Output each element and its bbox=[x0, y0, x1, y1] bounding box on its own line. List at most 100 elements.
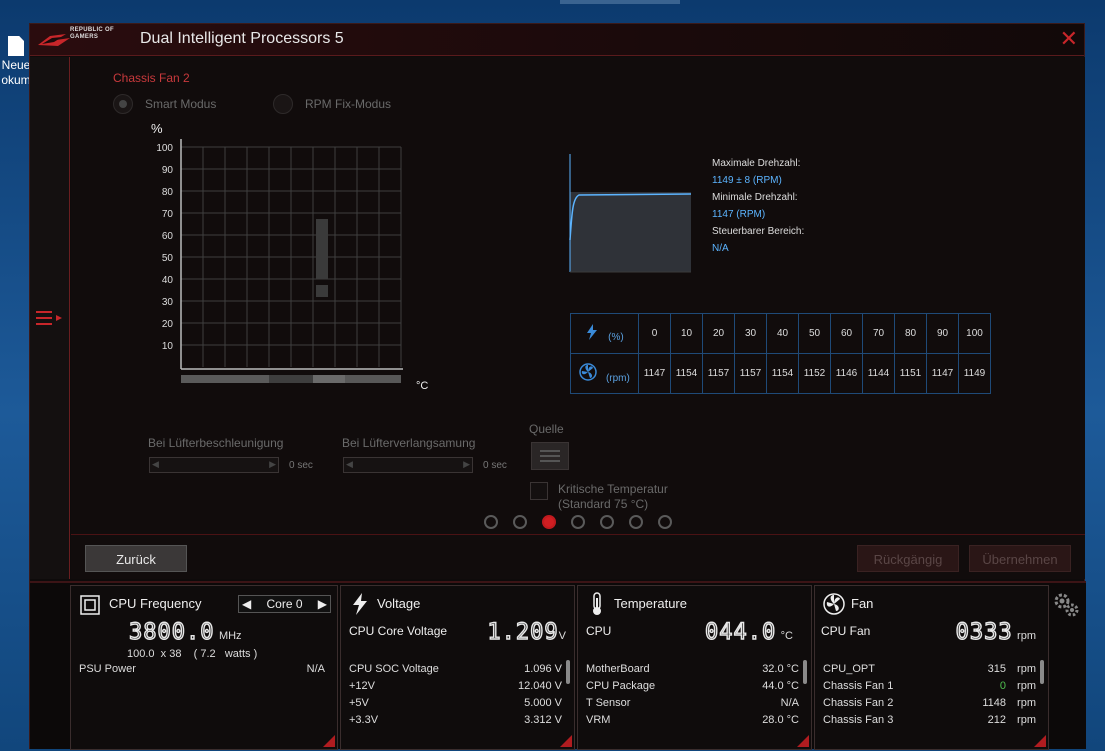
smart-mode-radio[interactable]: Smart Modus bbox=[113, 94, 216, 114]
page-dot-3[interactable] bbox=[542, 515, 556, 529]
list-item-label: +3.3V bbox=[349, 714, 379, 726]
fan-tuning-panel: Chassis Fan 2 Smart Modus RPM Fix-Modus … bbox=[71, 57, 1085, 579]
warning-icon bbox=[316, 219, 328, 279]
percent-cell: 80 bbox=[894, 313, 927, 354]
undo-button[interactable]: Rückgängig bbox=[857, 545, 959, 572]
cpu-fan-label: CPU Fan bbox=[821, 624, 871, 638]
list-item-label: CPU_OPT bbox=[823, 663, 875, 675]
chart-y-tick: 20 bbox=[162, 319, 174, 330]
thermometer-icon bbox=[593, 592, 601, 615]
list-item-label: Chassis Fan 3 bbox=[823, 714, 894, 726]
percent-cell: 10 bbox=[670, 313, 703, 354]
min-speed-value: 1147 (RPM) bbox=[712, 209, 766, 220]
psu-power-label: PSU Power bbox=[79, 663, 136, 675]
menu-toggle-icon[interactable] bbox=[34, 307, 64, 331]
warning-icon-dot bbox=[316, 285, 328, 297]
desktop-icon-label-2: okum bbox=[1, 73, 31, 87]
chart-y-tick: 10 bbox=[162, 341, 174, 352]
decel-slider[interactable] bbox=[343, 457, 473, 473]
page-dot-4[interactable] bbox=[571, 515, 585, 529]
back-button[interactable]: Zurück bbox=[85, 545, 187, 572]
page-dot-5[interactable] bbox=[600, 515, 614, 529]
core-prev-icon[interactable]: ◀ bbox=[242, 597, 251, 611]
cpu-core-voltage-readout: 1.209V bbox=[487, 619, 566, 645]
fan-curve-chart[interactable]: % 100 90 80 70 60 50 40 30 20 10 10 20 30 40 50 60 70 80… bbox=[131, 117, 441, 407]
cpu-fan-value: 0333 bbox=[955, 619, 1013, 645]
chart-ylabel: % bbox=[151, 121, 163, 136]
rpm-cell: 1147 bbox=[926, 353, 959, 394]
temp-bar-seg1 bbox=[181, 375, 269, 383]
window-title: Dual Intelligent Processors 5 bbox=[140, 30, 344, 47]
fan-name: Chassis Fan 2 bbox=[113, 71, 190, 85]
rpm-cell: 1149 bbox=[958, 353, 991, 394]
list-item: CPU SOC Voltage 1.096 V bbox=[349, 663, 562, 675]
smart-mode-label: Smart Modus bbox=[145, 97, 217, 111]
expand-corner-icon[interactable] bbox=[1034, 735, 1046, 747]
title-bar[interactable]: REPUBLIC OF GAMERS Dual Intelligent Proc… bbox=[30, 24, 1084, 56]
rpm-cell: 1144 bbox=[862, 353, 895, 394]
critical-temp-label: Kritische Temperatur (Standard 75 °C) bbox=[558, 482, 668, 511]
cpu-frequency-detail: 100.0 x 38 ( 7.2 watts ) bbox=[127, 648, 258, 660]
core-next-icon[interactable]: ▶ bbox=[318, 597, 327, 611]
percent-header: (%) bbox=[570, 313, 639, 354]
logo-text: REPUBLIC OF GAMERS bbox=[70, 27, 114, 40]
rpm-cell: 1147 bbox=[638, 353, 671, 394]
rpm-cell: 1152 bbox=[798, 353, 831, 394]
fan-icon bbox=[823, 593, 845, 615]
page-dot-6[interactable] bbox=[629, 515, 643, 529]
percent-cell: 40 bbox=[766, 313, 799, 354]
list-item-value: 315 rpm bbox=[987, 663, 1036, 675]
page-dot-7[interactable] bbox=[658, 515, 672, 529]
percent-cell: 70 bbox=[862, 313, 895, 354]
close-icon[interactable]: ✕ bbox=[1060, 26, 1078, 52]
list-item-label: CPU SOC Voltage bbox=[349, 663, 439, 675]
cpu-temp-value: 044.0 bbox=[704, 619, 777, 645]
rpm-fix-mode-radio[interactable]: RPM Fix-Modus bbox=[273, 94, 391, 114]
cpu-frequency-unit: MHz bbox=[218, 630, 242, 642]
percent-cell: 60 bbox=[830, 313, 863, 354]
temperature-scrollbar[interactable] bbox=[803, 660, 807, 684]
status-bar: CPU Frequency ◀ Core 0 ▶ 3800.0 MHz 100.… bbox=[30, 581, 1086, 750]
chart-y-tick: 60 bbox=[162, 231, 174, 242]
fan-pager bbox=[484, 515, 672, 529]
list-item-value: 12.040 V bbox=[517, 680, 562, 692]
list-item-value: 3.312 V bbox=[524, 714, 562, 726]
chart-y-tick: 40 bbox=[162, 275, 174, 286]
percent-cell: 90 bbox=[926, 313, 959, 354]
page-dot-1[interactable] bbox=[484, 515, 498, 529]
accel-value: 0 sec bbox=[289, 460, 313, 471]
range-value: N/A bbox=[712, 243, 729, 254]
expand-corner-icon[interactable] bbox=[560, 735, 572, 747]
source-list-button[interactable] bbox=[531, 442, 569, 470]
temperature-title: Temperature bbox=[614, 596, 687, 611]
lightning-icon bbox=[353, 593, 367, 615]
list-item: VRM 28.0 °C bbox=[586, 714, 799, 726]
fan-scrollbar[interactable] bbox=[1040, 660, 1044, 684]
voltage-panel: Voltage CPU Core Voltage 1.209V CPU SOC … bbox=[340, 585, 575, 750]
page-dot-2[interactable] bbox=[513, 515, 527, 529]
percent-cell: 50 bbox=[798, 313, 831, 354]
desktop-file-icon[interactable]: Neue okum bbox=[0, 36, 32, 88]
list-item-label: MotherBoard bbox=[586, 663, 650, 675]
voltage-title: Voltage bbox=[377, 596, 421, 611]
list-item: +3.3V 3.312 V bbox=[349, 714, 562, 726]
apply-button[interactable]: Übernehmen bbox=[969, 545, 1071, 572]
list-item-value: N/A bbox=[780, 697, 799, 709]
psu-power-value: N/A bbox=[306, 663, 325, 675]
app-window: REPUBLIC OF GAMERS Dual Intelligent Proc… bbox=[29, 23, 1086, 750]
voltage-scrollbar[interactable] bbox=[566, 660, 570, 684]
list-item: CPU_OPT 315 rpm bbox=[823, 663, 1036, 675]
temp-bar-seg2 bbox=[269, 375, 313, 383]
accel-slider[interactable] bbox=[149, 457, 279, 473]
fan-icon bbox=[579, 363, 597, 381]
list-item: Chassis Fan 1 0 rpm bbox=[823, 680, 1036, 692]
expand-corner-icon[interactable] bbox=[797, 735, 809, 747]
list-item-value: 44.0 °C bbox=[762, 680, 799, 692]
list-item: T Sensor N/A bbox=[586, 697, 799, 709]
cpu-core-voltage-label: CPU Core Voltage bbox=[349, 624, 448, 638]
expand-corner-icon[interactable] bbox=[323, 735, 335, 747]
critical-temp-checkbox[interactable] bbox=[530, 482, 548, 500]
core-selector[interactable]: ◀ Core 0 ▶ bbox=[238, 595, 331, 613]
rpm-cell: 1146 bbox=[830, 353, 863, 394]
settings-gear-icon[interactable] bbox=[1052, 591, 1080, 619]
